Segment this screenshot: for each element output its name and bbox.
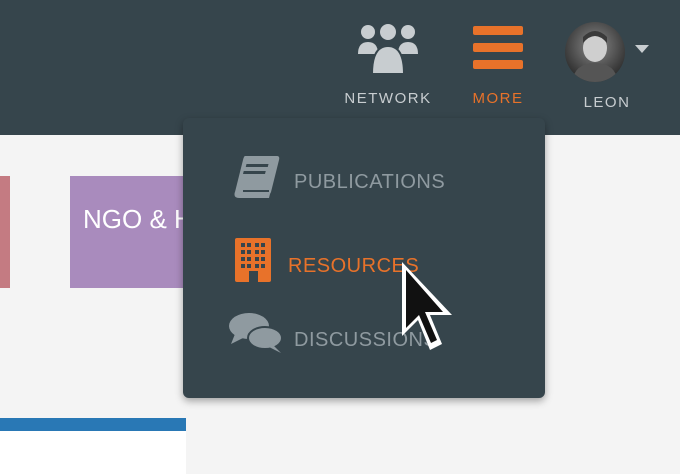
building-icon [235, 238, 271, 282]
nav-user-label: LEON [583, 94, 631, 111]
mouse-pointer-icon [402, 262, 452, 350]
users-group-icon [358, 22, 418, 75]
book-icon [234, 156, 280, 198]
category-card-partial[interactable] [0, 176, 10, 288]
category-card-ngo[interactable]: NGO & H [70, 176, 200, 288]
menu-item-label: PUBLICATIONS [294, 171, 446, 193]
nav-more[interactable]: MORE [448, 0, 548, 135]
category-card-label: NGO & H [83, 204, 193, 234]
more-dropdown-menu: PUBLICATIONS RESOURCES DISCUSSIONS [183, 118, 545, 398]
menu-item-discussions[interactable]: DISCUSSIONS [223, 312, 523, 364]
nav-user-menu[interactable]: LEON [556, 0, 666, 135]
nav-more-label: MORE [472, 90, 524, 107]
avatar [565, 22, 625, 82]
speech-bubbles-icon [229, 313, 283, 353]
menu-item-resources[interactable]: RESOURCES [223, 236, 523, 288]
hamburger-menu-icon [473, 26, 523, 69]
nav-network[interactable]: NETWORK [328, 0, 448, 135]
top-navigation-bar: NETWORK MORE LEON [0, 0, 680, 135]
nav-network-label: NETWORK [344, 90, 432, 107]
menu-item-publications[interactable]: PUBLICATIONS [223, 154, 523, 206]
content-panel [0, 418, 186, 474]
caret-down-icon[interactable] [635, 45, 649, 54]
